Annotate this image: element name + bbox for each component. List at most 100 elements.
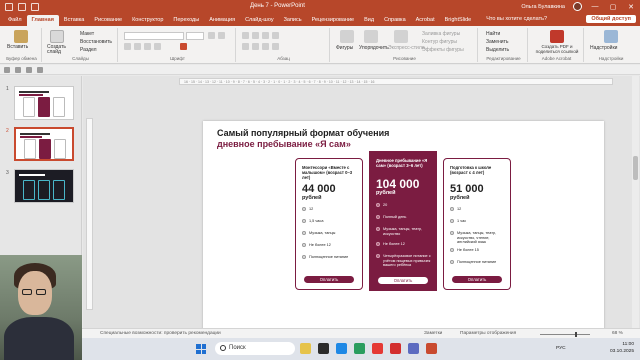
powerpoint-icon[interactable] bbox=[426, 343, 437, 354]
indent-decrease-icon[interactable] bbox=[262, 32, 269, 39]
vertical-scrollbar[interactable] bbox=[632, 76, 639, 328]
opera-icon[interactable] bbox=[390, 343, 401, 354]
align-left-icon[interactable] bbox=[242, 43, 249, 50]
pdf-icon[interactable] bbox=[550, 30, 564, 43]
user-name[interactable]: Ольга Булавкина bbox=[521, 4, 565, 10]
quick-styles-icon[interactable] bbox=[394, 30, 408, 43]
maximize-button[interactable]: ▢ bbox=[608, 3, 618, 11]
close-button[interactable]: ✕ bbox=[626, 3, 636, 11]
tab-insert[interactable]: Вставка bbox=[59, 15, 89, 26]
justify-icon[interactable] bbox=[272, 43, 279, 50]
tab-transitions[interactable]: Переходы bbox=[168, 15, 204, 26]
replace-button[interactable]: Заменить bbox=[486, 39, 508, 45]
tab-view[interactable]: Вид bbox=[359, 15, 379, 26]
minimize-button[interactable]: — bbox=[590, 3, 600, 10]
taskbar-search[interactable]: Поиск bbox=[215, 342, 295, 355]
shapes-icon[interactable] bbox=[340, 30, 354, 43]
tab-acrobat[interactable]: Acrobat bbox=[411, 15, 440, 26]
teams-icon[interactable] bbox=[408, 343, 419, 354]
numbering-icon[interactable] bbox=[252, 32, 259, 39]
shape-fill-button[interactable]: Заливка фигуры bbox=[422, 31, 460, 37]
addins-icon[interactable] bbox=[604, 30, 618, 43]
grow-font-icon[interactable] bbox=[208, 32, 215, 39]
slide-subtitle[interactable]: дневное пребывание «Я сам» bbox=[217, 139, 351, 149]
addins-button[interactable]: Надстройки bbox=[590, 45, 617, 51]
font-size-box[interactable] bbox=[186, 32, 204, 40]
paste-icon[interactable] bbox=[14, 30, 28, 43]
slide-title[interactable]: Самый популярный формат обучения bbox=[217, 128, 389, 138]
find-button[interactable]: Найти bbox=[486, 31, 500, 37]
tell-me-search[interactable]: Что вы хотите сделать? bbox=[476, 14, 552, 26]
app-icon[interactable] bbox=[354, 343, 365, 354]
tab-help[interactable]: Справка bbox=[379, 15, 411, 26]
share-button[interactable]: Общий доступ bbox=[586, 15, 636, 23]
shape-outline-button[interactable]: Контур фигуры bbox=[422, 39, 457, 45]
shape-effects-button[interactable]: Эффекты фигуры bbox=[422, 47, 464, 53]
pricing-card-school-prep[interactable]: Подготовка к школе (возраст с 4 лет) 51 … bbox=[443, 158, 511, 290]
pricing-card-montessori[interactable]: Монтессори «Вместе с малышом» (возраст 0… bbox=[295, 158, 363, 290]
italic-icon[interactable] bbox=[134, 43, 141, 50]
tab-file[interactable]: Файл bbox=[3, 15, 27, 26]
tab-slideshow[interactable]: Слайд-шоу bbox=[240, 15, 279, 26]
display-settings-button[interactable]: Параметры отображения bbox=[460, 331, 516, 336]
tab-home[interactable]: Главная bbox=[26, 15, 59, 26]
layout-button[interactable]: Макет bbox=[80, 31, 94, 37]
zoom-slider[interactable] bbox=[540, 334, 590, 335]
clock[interactable]: 11:00 03.10.2025 bbox=[610, 341, 634, 355]
align-center-icon[interactable] bbox=[252, 43, 259, 50]
thumbnail-slide-1[interactable] bbox=[14, 86, 74, 120]
new-slide-button[interactable]: Создать слайд bbox=[47, 45, 71, 55]
scroll-thumb[interactable] bbox=[633, 156, 638, 180]
pay-button[interactable]: Оплатить bbox=[452, 276, 502, 283]
underline-icon[interactable] bbox=[144, 43, 151, 50]
quick-styles-button[interactable]: Экспресс-стили bbox=[388, 45, 425, 51]
indent-increase-icon[interactable] bbox=[272, 32, 279, 39]
pricing-card-day-stay[interactable]: Дневное пребывание «Я сам» (возраст 3–6 … bbox=[369, 151, 437, 291]
arrange-button[interactable]: Упорядочить bbox=[359, 45, 389, 51]
thumbnail-slide-2[interactable] bbox=[14, 127, 74, 161]
yandex-icon[interactable] bbox=[372, 343, 383, 354]
tab-brightslide[interactable]: BrightSlide bbox=[440, 15, 477, 26]
undo-icon[interactable] bbox=[31, 3, 39, 11]
language-indicator[interactable]: РУС bbox=[556, 346, 566, 351]
new-slide-icon[interactable] bbox=[50, 30, 64, 43]
select-button[interactable]: Выделить bbox=[486, 47, 509, 53]
save-quick-icon[interactable] bbox=[4, 66, 10, 73]
notes-button[interactable]: Заметки bbox=[424, 331, 442, 336]
tab-review[interactable]: Рецензирование bbox=[307, 15, 359, 26]
tab-draw[interactable]: Рисование bbox=[89, 15, 127, 26]
font-name-box[interactable] bbox=[124, 32, 184, 40]
tab-record[interactable]: Запись bbox=[279, 15, 307, 26]
file-explorer-icon[interactable] bbox=[300, 343, 311, 354]
bullets-icon[interactable] bbox=[242, 32, 249, 39]
pay-button[interactable]: Оплатить bbox=[378, 277, 428, 284]
redo-quick-icon[interactable] bbox=[26, 66, 32, 73]
arrange-icon[interactable] bbox=[364, 30, 378, 43]
thumbnail-slide-3[interactable] bbox=[14, 169, 74, 203]
font-color-icon[interactable] bbox=[180, 43, 187, 50]
undo-quick-icon[interactable] bbox=[15, 66, 21, 73]
reset-button[interactable]: Восстановить bbox=[80, 39, 112, 45]
save-icon[interactable] bbox=[18, 3, 26, 11]
strikethrough-icon[interactable] bbox=[154, 43, 161, 50]
windows-start-icon[interactable] bbox=[196, 344, 206, 354]
shapes-button[interactable]: Фигуры bbox=[336, 45, 353, 51]
accessibility-status[interactable]: Специальные возможности: проверить реком… bbox=[100, 331, 221, 336]
align-right-icon[interactable] bbox=[262, 43, 269, 50]
tab-animations[interactable]: Анимация bbox=[204, 15, 240, 26]
shrink-font-icon[interactable] bbox=[218, 32, 225, 39]
pay-button[interactable]: Оплатить bbox=[304, 276, 354, 283]
slide-canvas[interactable]: Самый популярный формат обучения дневное… bbox=[203, 121, 604, 346]
tab-design[interactable]: Конструктор bbox=[127, 15, 168, 26]
present-quick-icon[interactable] bbox=[37, 66, 43, 73]
edge-icon[interactable] bbox=[336, 343, 347, 354]
bold-icon[interactable] bbox=[124, 43, 131, 50]
autosave-icon[interactable] bbox=[5, 3, 13, 11]
avatar[interactable] bbox=[573, 2, 582, 11]
terminal-icon[interactable] bbox=[318, 343, 329, 354]
paste-button[interactable]: Вставить bbox=[7, 44, 28, 50]
section-button[interactable]: Раздел bbox=[80, 47, 97, 53]
zoom-level[interactable]: 68 % bbox=[612, 331, 623, 336]
create-pdf-button[interactable]: Создать PDF и поделиться ссылкой bbox=[532, 44, 582, 54]
zoom-slider-handle[interactable] bbox=[575, 332, 577, 337]
